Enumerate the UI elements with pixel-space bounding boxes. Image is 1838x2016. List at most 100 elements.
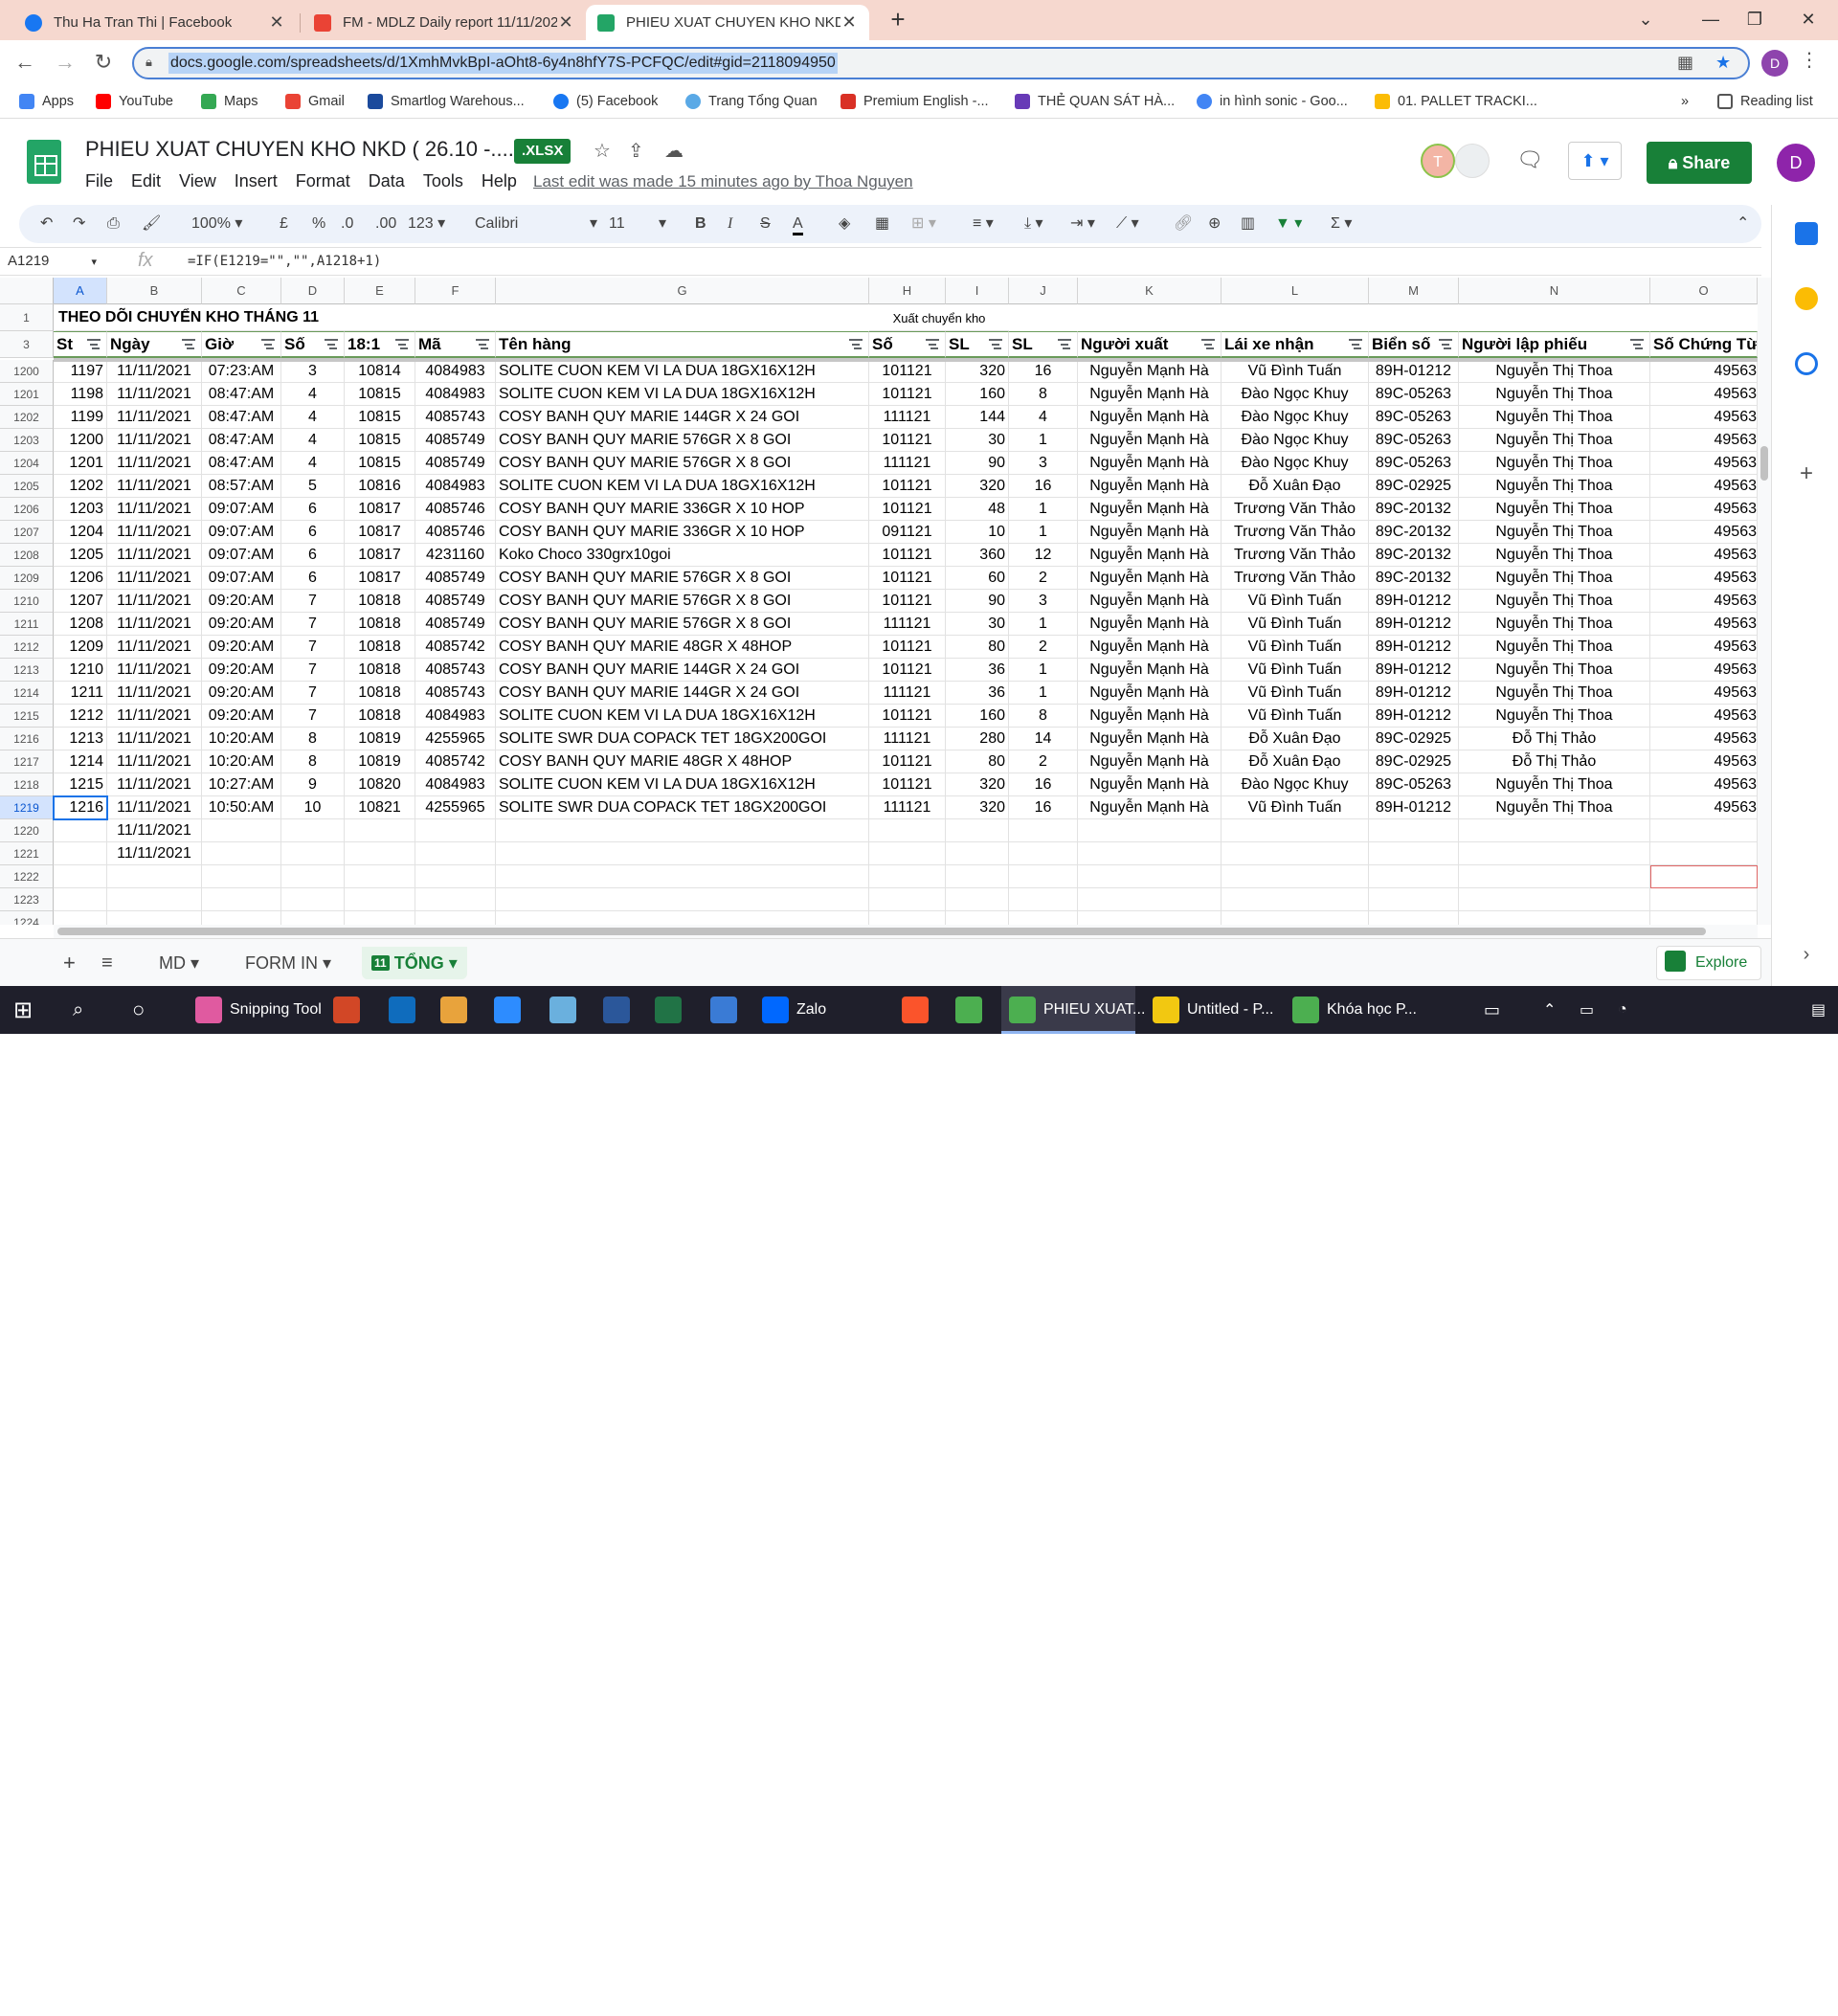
filter-icon[interactable] bbox=[989, 339, 1002, 350]
bookmark-in-hinh-sonic[interactable]: in hình sonic - Goo... bbox=[1197, 92, 1348, 111]
table-cell[interactable]: 89C-05263 bbox=[1369, 429, 1459, 452]
table-cell[interactable] bbox=[1369, 819, 1459, 842]
table-cell[interactable]: Nguyễn Thị Thoa bbox=[1459, 567, 1650, 590]
table-cell[interactable] bbox=[1369, 888, 1459, 911]
table-cell[interactable]: Đào Ngọc Khuy bbox=[1222, 773, 1369, 796]
table-cell[interactable]: 10 bbox=[281, 796, 345, 819]
bookmark-pallet-tracking[interactable]: 01. PALLET TRACKI... bbox=[1375, 92, 1537, 111]
share-button[interactable]: 🔒︎ Share bbox=[1647, 142, 1752, 184]
table-cell[interactable]: COSY BANH QUY MARIE 336GR X 10 HOP bbox=[496, 498, 869, 521]
table-cell[interactable]: 49563 bbox=[1650, 682, 1758, 705]
column-title[interactable]: Giờ bbox=[202, 331, 281, 358]
table-cell[interactable]: Nguyễn Mạnh Hà bbox=[1078, 728, 1222, 750]
table-cell[interactable]: 49563 bbox=[1650, 521, 1758, 544]
table-cell[interactable]: 11/11/2021 bbox=[107, 750, 202, 773]
table-cell[interactable]: 1 bbox=[1009, 498, 1078, 521]
table-cell[interactable]: 160 bbox=[946, 383, 1009, 406]
table-cell[interactable] bbox=[1222, 911, 1369, 925]
table-cell[interactable]: 101121 bbox=[869, 773, 946, 796]
table-cell[interactable]: 89H-01212 bbox=[1369, 613, 1459, 636]
table-cell[interactable]: Nguyễn Thị Thoa bbox=[1459, 521, 1650, 544]
table-cell[interactable]: COSY BANH QUY MARIE 576GR X 8 GOI bbox=[496, 590, 869, 613]
table-cell[interactable]: 101121 bbox=[869, 705, 946, 728]
table-cell[interactable]: 08:57:AM bbox=[202, 475, 281, 498]
task-manager-icon[interactable]: ▭ bbox=[1484, 986, 1500, 1034]
table-cell[interactable]: 4085743 bbox=[415, 659, 496, 682]
row-header[interactable]: 1204 bbox=[0, 452, 54, 475]
sheet-tab-md[interactable]: MD ▾ bbox=[149, 947, 209, 979]
table-cell[interactable]: 49563 bbox=[1650, 452, 1758, 475]
table-cell[interactable]: Nguyễn Mạnh Hà bbox=[1078, 360, 1222, 383]
table-cell[interactable]: 10817 bbox=[345, 498, 415, 521]
table-cell[interactable]: 89C-02925 bbox=[1369, 728, 1459, 750]
collapse-toolbar-icon[interactable]: ⌃ bbox=[1737, 213, 1749, 235]
table-cell[interactable] bbox=[1078, 819, 1222, 842]
filter-icon[interactable] bbox=[395, 339, 409, 350]
table-cell[interactable]: Vũ Đình Tuấn bbox=[1222, 636, 1369, 659]
table-cell[interactable]: Nguyễn Mạnh Hà bbox=[1078, 659, 1222, 682]
table-cell[interactable]: 07:23:AM bbox=[202, 360, 281, 383]
taskbar-app[interactable] bbox=[595, 986, 638, 1034]
table-cell[interactable]: 49563 bbox=[1650, 590, 1758, 613]
table-cell[interactable] bbox=[202, 888, 281, 911]
table-cell[interactable]: 09:20:AM bbox=[202, 590, 281, 613]
table-cell[interactable] bbox=[202, 819, 281, 842]
table-cell[interactable]: Nguyễn Thị Thoa bbox=[1459, 498, 1650, 521]
table-cell[interactable] bbox=[946, 819, 1009, 842]
table-cell[interactable]: 111121 bbox=[869, 682, 946, 705]
row-header[interactable]: 1200 bbox=[0, 360, 54, 383]
table-cell[interactable]: Nguyễn Mạnh Hà bbox=[1078, 498, 1222, 521]
taskbar-app[interactable] bbox=[542, 986, 584, 1034]
table-cell[interactable]: 101121 bbox=[869, 383, 946, 406]
taskbar-app[interactable] bbox=[433, 986, 475, 1034]
table-cell[interactable]: Nguyễn Thị Thoa bbox=[1459, 429, 1650, 452]
table-cell[interactable]: 89C-20132 bbox=[1369, 521, 1459, 544]
table-cell[interactable]: 49563 bbox=[1650, 659, 1758, 682]
table-cell[interactable]: 30 bbox=[946, 429, 1009, 452]
filter-icon[interactable] bbox=[476, 339, 489, 350]
table-cell[interactable]: Trương Văn Thảo bbox=[1222, 567, 1369, 590]
table-cell[interactable]: SOLITE CUON KEM VI LA DUA 18GX16X12H bbox=[496, 475, 869, 498]
table-cell[interactable]: 101121 bbox=[869, 429, 946, 452]
table-cell[interactable]: 111121 bbox=[869, 796, 946, 819]
table-cell[interactable]: Vũ Đình Tuấn bbox=[1222, 613, 1369, 636]
table-cell[interactable] bbox=[345, 842, 415, 865]
row-header[interactable]: 1209 bbox=[0, 567, 54, 590]
column-title[interactable]: Số bbox=[281, 331, 345, 358]
table-cell[interactable] bbox=[946, 888, 1009, 911]
move-icon[interactable]: ⇪ bbox=[628, 139, 644, 163]
table-cell[interactable]: 89C-20132 bbox=[1369, 498, 1459, 521]
table-cell[interactable]: 4084983 bbox=[415, 360, 496, 383]
table-cell[interactable] bbox=[1650, 842, 1758, 865]
table-cell[interactable]: 2 bbox=[1009, 567, 1078, 590]
table-cell[interactable] bbox=[1459, 819, 1650, 842]
table-cell[interactable] bbox=[496, 888, 869, 911]
column-header-l[interactable]: L bbox=[1222, 278, 1369, 304]
table-cell[interactable]: 4085743 bbox=[415, 682, 496, 705]
table-cell[interactable]: 8 bbox=[1009, 383, 1078, 406]
address-bar[interactable]: 🔒︎ docs.google.com/spreadsheets/d/1XmhMv… bbox=[132, 47, 1750, 79]
table-cell[interactable] bbox=[1459, 888, 1650, 911]
column-header-j[interactable]: J bbox=[1009, 278, 1078, 304]
table-cell[interactable]: 7 bbox=[281, 636, 345, 659]
table-cell[interactable]: 11/11/2021 bbox=[107, 705, 202, 728]
text-color-icon[interactable]: A bbox=[793, 213, 803, 235]
formula-input[interactable]: =IF(E1219="","",A1218+1) bbox=[188, 254, 381, 269]
table-cell[interactable] bbox=[1078, 842, 1222, 865]
table-cell[interactable]: 09:20:AM bbox=[202, 682, 281, 705]
table-cell[interactable] bbox=[946, 911, 1009, 925]
table-cell[interactable]: 80 bbox=[946, 636, 1009, 659]
table-cell[interactable]: 10:20:AM bbox=[202, 728, 281, 750]
table-cell[interactable] bbox=[107, 911, 202, 925]
table-cell[interactable]: 4255965 bbox=[415, 796, 496, 819]
table-cell[interactable]: 89H-01212 bbox=[1369, 636, 1459, 659]
table-cell[interactable]: 1204 bbox=[54, 521, 107, 544]
taskbar-app[interactable]: PHIEU XUAT... bbox=[1001, 986, 1145, 1034]
table-cell[interactable]: SOLITE CUON KEM VI LA DUA 18GX16X12H bbox=[496, 360, 869, 383]
table-cell[interactable]: 11/11/2021 bbox=[107, 452, 202, 475]
table-cell[interactable] bbox=[345, 911, 415, 925]
bookmark-smartlog[interactable]: Smartlog Warehous... bbox=[368, 92, 525, 111]
row-header[interactable]: 1207 bbox=[0, 521, 54, 544]
bookmark-star-icon[interactable]: ★ bbox=[1715, 53, 1731, 73]
sheet-subtitle[interactable]: Xuất chuyển kho bbox=[869, 304, 1009, 331]
